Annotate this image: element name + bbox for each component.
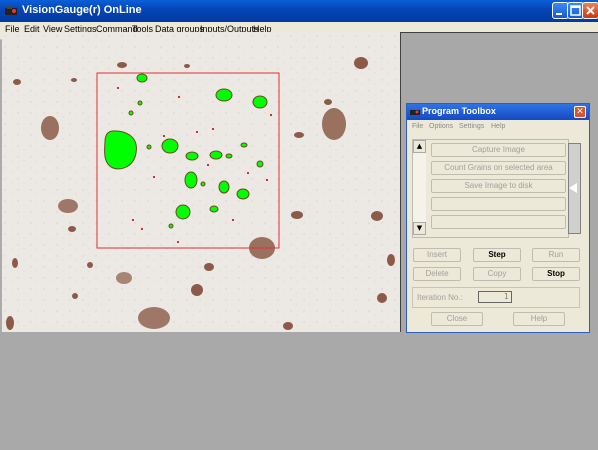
maximize-icon: [570, 5, 581, 16]
iteration-field[interactable]: 1: [478, 291, 512, 303]
program-item[interactable]: [431, 215, 566, 229]
iteration-group: Iteration No.: 1: [412, 287, 580, 308]
bottom-area: [0, 332, 598, 450]
scroll-up-button[interactable]: ▲: [413, 140, 426, 153]
step-button[interactable]: Step: [473, 248, 521, 262]
grain-image: [2, 32, 400, 332]
program-item[interactable]: [431, 197, 566, 211]
close-icon: ✕: [576, 107, 584, 117]
insert-button[interactable]: Insert: [413, 248, 461, 262]
copy-button[interactable]: Copy: [473, 267, 521, 281]
minimize-icon: [556, 13, 562, 15]
program-item[interactable]: Save Image to disk: [431, 179, 566, 193]
run-button[interactable]: Run: [532, 248, 580, 262]
toolbox-icon: [410, 110, 420, 115]
toolbox-menu-options[interactable]: Options: [429, 123, 453, 130]
toolbox-close-button[interactable]: ✕: [574, 106, 586, 118]
window-title-bar[interactable]: VisionGauge(r) OnLine: [0, 0, 598, 22]
close-button[interactable]: [582, 2, 598, 19]
delete-button[interactable]: Delete: [413, 267, 461, 281]
app-icon: [5, 6, 17, 15]
toolbox-title-bar[interactable]: Program Toolbox ✕: [407, 104, 589, 120]
program-item[interactable]: Count Grains on selected area: [431, 161, 566, 175]
stop-button[interactable]: Stop: [532, 267, 580, 281]
toolbox-menu-help[interactable]: Help: [491, 123, 505, 130]
image-view[interactable]: [2, 32, 402, 332]
scroll-down-button[interactable]: ▼: [413, 222, 426, 235]
window-title: VisionGauge(r) OnLine: [22, 4, 142, 16]
toolbox-menu-file[interactable]: File: [412, 123, 423, 130]
toolbox-menu-settings[interactable]: Settings: [459, 123, 484, 130]
current-step-pointer-icon: [569, 183, 577, 193]
program-toolbox: Program Toolbox ✕ File Options Settings …: [406, 103, 590, 333]
toolbox-title: Program Toolbox: [422, 106, 496, 116]
program-list-scrollbar[interactable]: ▲ ▼: [413, 140, 426, 235]
iteration-label: Iteration No.:: [417, 293, 463, 302]
scroll-down-icon: ▼: [416, 224, 423, 232]
program-item[interactable]: Capture Image: [431, 143, 566, 157]
toolbox-help-button[interactable]: Help: [513, 312, 565, 326]
toolbox-close-btn[interactable]: Close: [431, 312, 483, 326]
scroll-up-icon: ▲: [416, 142, 423, 150]
close-icon: [586, 6, 595, 15]
